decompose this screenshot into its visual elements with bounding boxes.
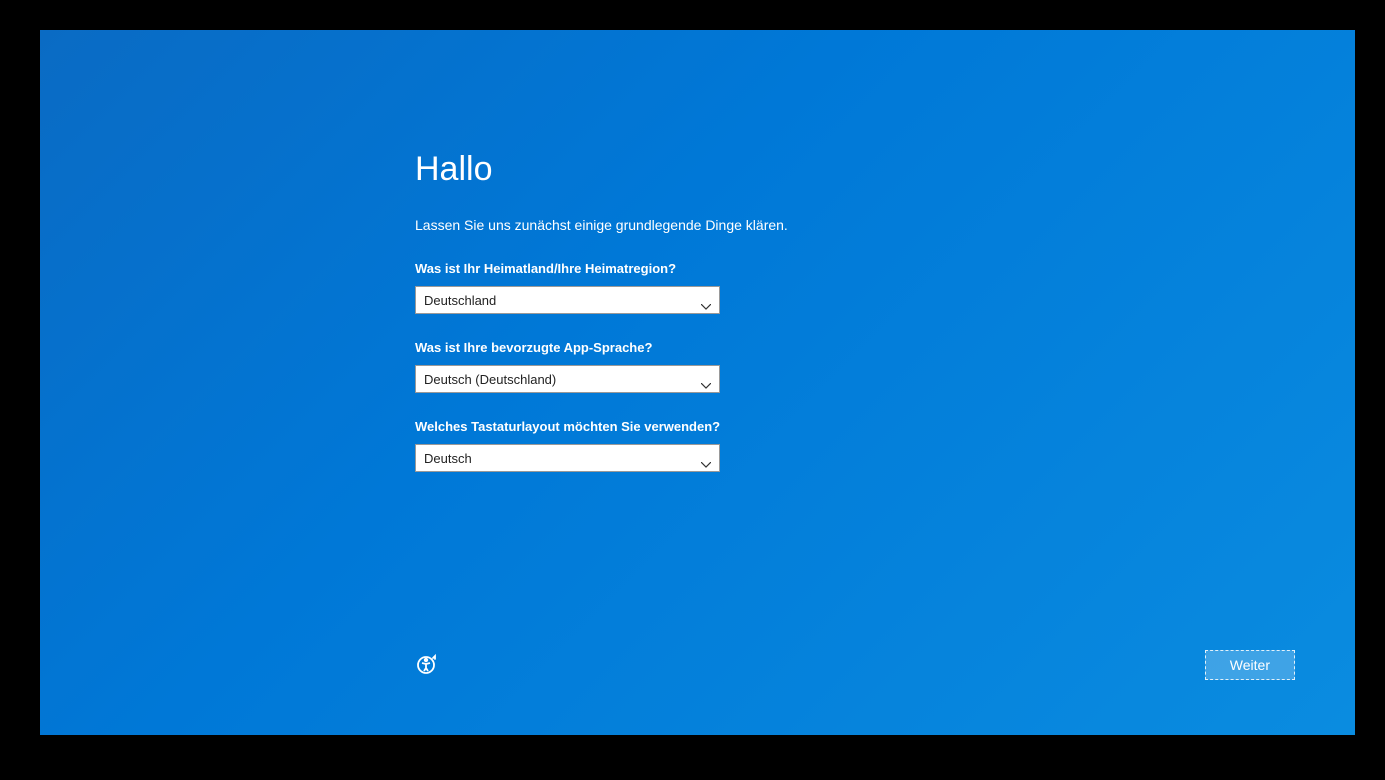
keyboard-label: Welches Tastaturlayout möchten Sie verwe…	[415, 419, 1015, 434]
keyboard-value: Deutsch	[424, 451, 711, 466]
accessibility-icon[interactable]	[415, 653, 439, 677]
page-subtitle: Lassen Sie uns zunächst einige grundlege…	[415, 217, 1015, 233]
chevron-down-icon	[701, 376, 711, 386]
chevron-down-icon	[701, 297, 711, 307]
language-dropdown[interactable]: Deutsch (Deutschland)	[415, 365, 720, 393]
country-value: Deutschland	[424, 293, 711, 308]
next-button[interactable]: Weiter	[1205, 650, 1295, 680]
keyboard-dropdown[interactable]: Deutsch	[415, 444, 720, 472]
country-dropdown[interactable]: Deutschland	[415, 286, 720, 314]
chevron-down-icon	[701, 455, 711, 465]
setup-screen: Hallo Lassen Sie uns zunächst einige gru…	[40, 30, 1355, 735]
page-title: Hallo	[415, 150, 1015, 189]
country-field-group: Was ist Ihr Heimatland/Ihre Heimatregion…	[415, 261, 1015, 314]
content-area: Hallo Lassen Sie uns zunächst einige gru…	[415, 150, 1015, 498]
country-label: Was ist Ihr Heimatland/Ihre Heimatregion…	[415, 261, 1015, 276]
keyboard-field-group: Welches Tastaturlayout möchten Sie verwe…	[415, 419, 1015, 472]
language-label: Was ist Ihre bevorzugte App-Sprache?	[415, 340, 1015, 355]
language-value: Deutsch (Deutschland)	[424, 372, 711, 387]
bottom-bar: Weiter	[415, 650, 1295, 680]
language-field-group: Was ist Ihre bevorzugte App-Sprache? Deu…	[415, 340, 1015, 393]
